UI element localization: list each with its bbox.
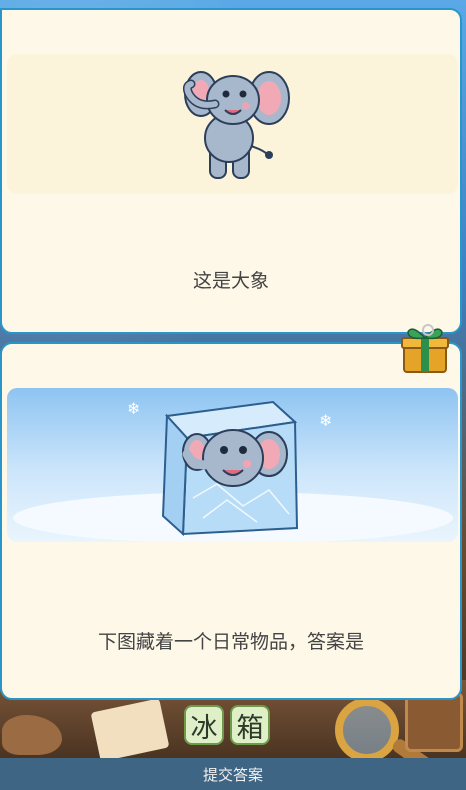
wooden-box-decoration <box>405 692 463 752</box>
answer-tile-1[interactable]: 冰 <box>184 705 224 745</box>
elephant-icon <box>182 71 290 179</box>
answer-tiles: 冰 箱 <box>184 705 270 745</box>
puzzle-question: 下图藏着一个日常物品，答案是 <box>97 631 364 653</box>
submit-answer-button[interactable]: 提交答案 <box>0 758 466 790</box>
puzzle-card: ❄ ❄ ❄ 下图藏着一个日常物品，答案是 <box>0 342 462 700</box>
svg-text:❄: ❄ <box>127 399 140 418</box>
answer-tile-2[interactable]: 箱 <box>230 705 270 745</box>
elephant-image-panel <box>7 54 458 194</box>
elephant-in-ice-cube-icon: ❄ ❄ ❄ <box>13 399 453 542</box>
gift-box-icon[interactable] <box>398 322 452 374</box>
hint-card: 这是大象 <box>0 8 462 334</box>
puzzle-image-panel: ❄ ❄ ❄ <box>7 388 458 542</box>
magnifier-icon <box>335 698 399 762</box>
hint-caption: 这是大象 <box>192 270 269 292</box>
svg-text:❄: ❄ <box>319 411 332 430</box>
